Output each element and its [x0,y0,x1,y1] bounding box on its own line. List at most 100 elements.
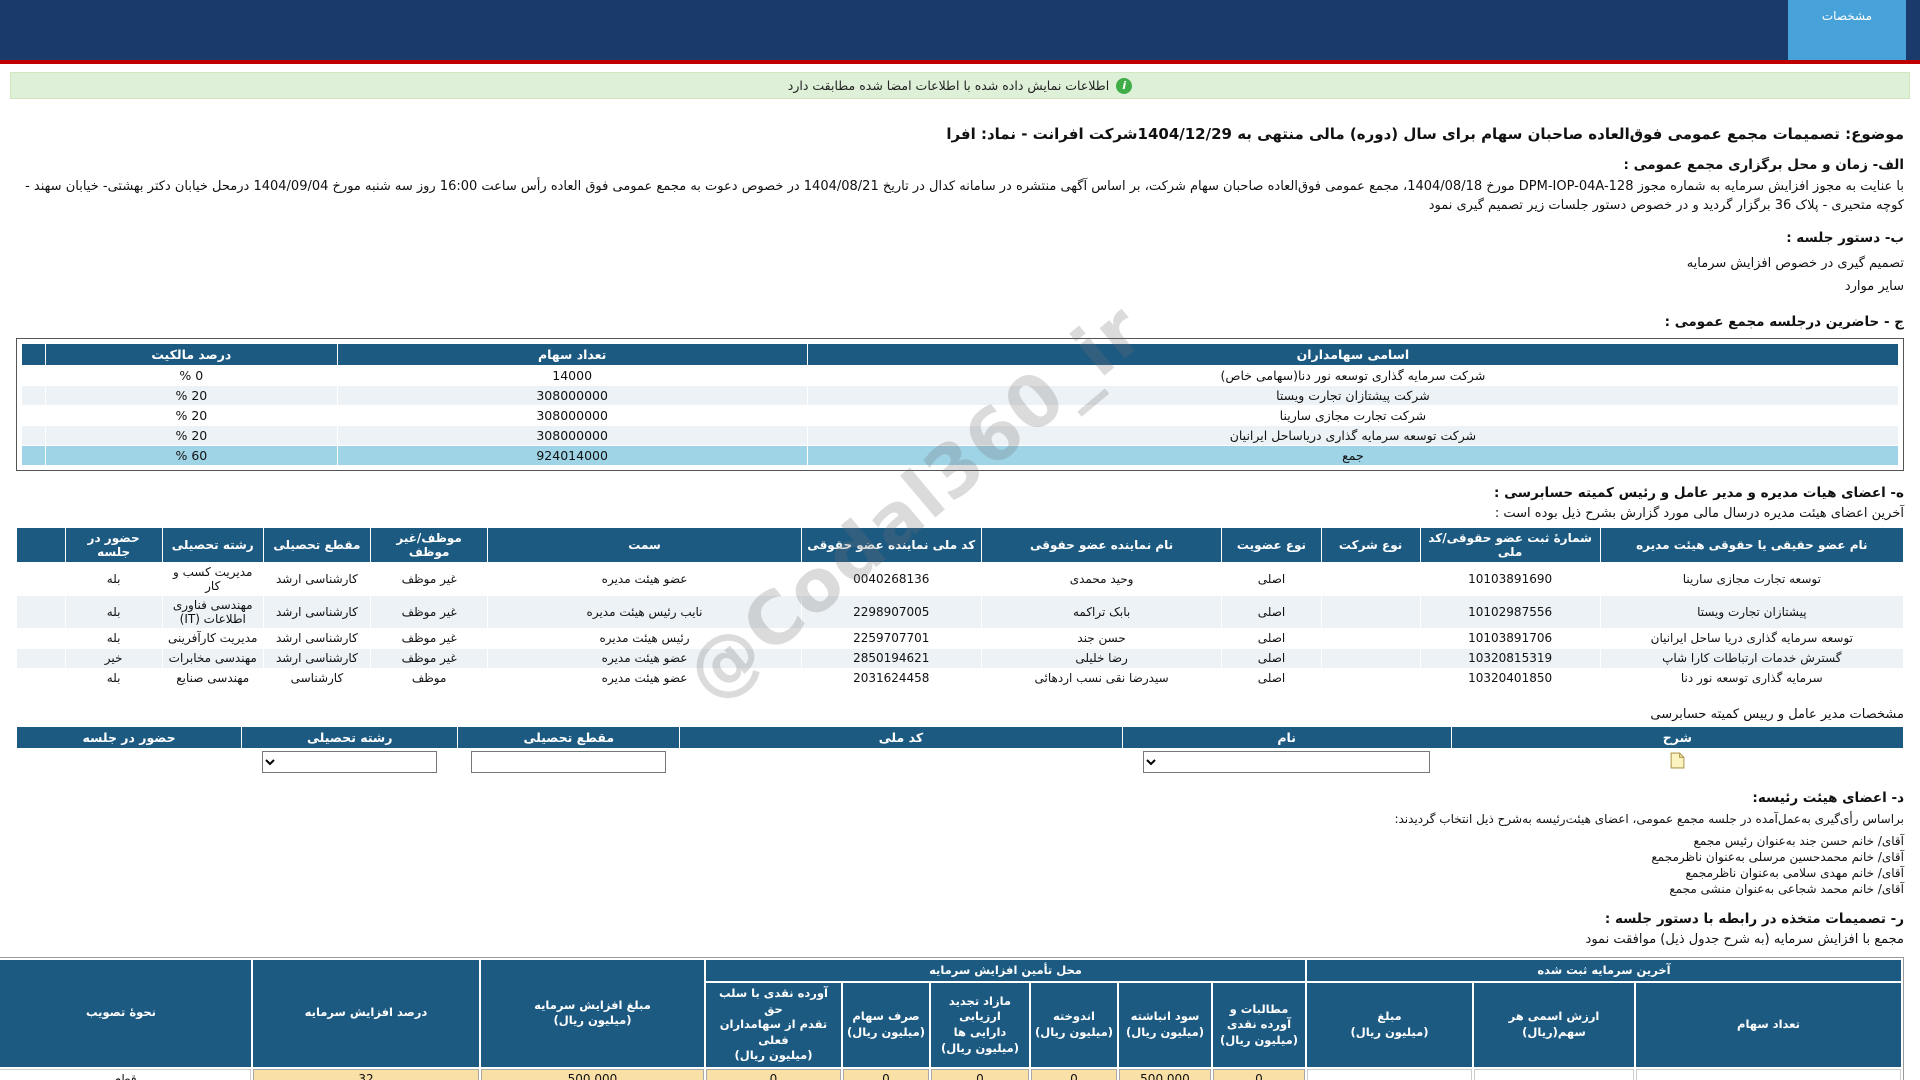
cell-shareholder-name: شرکت پیشتازان تجارت ویستا [807,385,1898,405]
shareholders-table: اسامی سهامداران تعداد سهام درصد مالکیت ش… [21,343,1899,466]
column-header: شرح [1451,726,1903,748]
expander-column-header [17,527,66,562]
group-header-registered-capital: آخرین سرمایه ثبت شده [1307,960,1901,982]
cell-increase-amount: 500,000 [481,1069,704,1080]
ceo-name-select[interactable] [1143,751,1430,773]
cell-membership-type: اصلی [1222,562,1321,595]
cell-degree: کارشناسی ارشد [263,648,370,668]
cell-membership-type: اصلی [1222,668,1321,688]
cell-expander [17,628,66,648]
cell-position: عضو هیئت مدیره [488,562,801,595]
table-row: توسعه تجارت مجازی سارینا 10103891690 اصل… [17,562,1904,595]
column-header: نام نماینده عضو حقوقی [981,527,1222,562]
cell-rep-national-id: 2259707701 [801,628,981,648]
cell-field: مدیریت کارآفرینی [162,628,263,648]
cell-reg-number: 10320815319 [1420,648,1600,668]
cell-representative: سیدرضا نقی نسب اردهائی [981,668,1222,688]
chair-member-line: آقای/ خانم حسن جند به‌عنوان رئیس مجمع [16,833,1904,849]
cell-national-id [680,748,1122,775]
table-row: گسترش خدمات ارتباطات کارا شاپ 1032081531… [17,648,1904,668]
cell-duty: غیر موظف [370,595,487,628]
cell-company-type [1321,648,1420,668]
cell-representative: بابک تراکمه [981,595,1222,628]
cell-representative: رضا خلیلی [981,648,1222,668]
cell-representative: وحید محمدی [981,562,1222,595]
cell-presence: خیر [65,648,162,668]
table-header-row: شرح نام کد ملی مقطع تحصیلی رشته تحصیلی ح… [17,726,1904,748]
column-header: سمت [488,527,801,562]
section-r-title: ر- تصمیمات متخذه در رابطه با دستور جلسه … [16,911,1904,927]
cell-presence: بله [65,595,162,628]
section-c-title: ج - حاضرین درجلسه مجمع عمومی : [16,314,1904,330]
table-row: سرمایه گذاری توسعه نور دنا 10320401850 ا… [17,668,1904,688]
cell-expander [17,595,66,628]
ceo-input-row [17,748,1904,775]
cell-presence: بله [65,628,162,648]
cell-rep-national-id: 2850194621 [801,648,981,668]
page: { "header": { "tab_label": "مشخصات" }, "… [0,0,1920,1080]
column-header: نام عضو حقیقی یا حقوقی هیئت مدیره [1600,527,1903,562]
chair-member-line: آقای/ خانم محمدحسین مرسلی به‌عنوان ناظرم… [16,849,1904,865]
table-row: شرکت توسعه سرمایه گذاری دریاساحل ایرانیا… [22,425,1899,445]
cell-member: گسترش خدمات ارتباطات کارا شاپ [1600,648,1903,668]
column-header: تعداد سهام [1636,983,1901,1067]
cell-shares: 1,540,000,000 [1636,1069,1901,1080]
cell-duty: غیر موظف [370,648,487,668]
cell-expander [22,405,46,425]
ceo-degree-input[interactable] [471,751,666,773]
cell-position: نایب رئیس هیئت مدیره [488,595,801,628]
cell-presence: بله [65,562,162,595]
cell-shares: 14000 [337,365,807,385]
section-e-subtitle: آخرین اعضای هیئت مدیره درسال مالی مورد گ… [16,506,1904,521]
cell-shares: 308000000 [337,405,807,425]
cell-shareholder-name: شرکت سرمایه گذاری توسعه نور دنا(سهامی خا… [807,365,1898,385]
attachment-icon[interactable] [1670,752,1685,769]
chair-member-line: آقای/ خانم مهدی سلامی به‌عنوان ناظرمجمع [16,865,1904,881]
cell-rep-national-id: 2298907005 [801,595,981,628]
column-header: مقطع تحصیلی [458,726,680,748]
cell-degree: کارشناسی ارشد [263,628,370,648]
cell-expander [22,445,46,465]
cell-representative: حسن جند [981,628,1222,648]
cell-position: عضو هیئت مدیره [488,668,801,688]
cell-membership-type: اصلی [1222,648,1321,668]
cell-shares: 924014000 [337,445,807,465]
cell-field [242,748,458,775]
table-header-row: نام عضو حقیقی یا حقوقی هیئت مدیره شمارۀ … [17,527,1904,562]
cell-company-type [1321,562,1420,595]
cell-expander [22,365,46,385]
column-header: شمارۀ ثبت عضو حقوقی/کد ملی [1420,527,1600,562]
agenda-item: سایر موارد [16,279,1904,294]
cell-revaluation: 0 [931,1069,1029,1080]
column-header: موظف/غیر موظف [370,527,487,562]
cell-membership-type: اصلی [1222,628,1321,648]
cell-shares: 308000000 [337,425,807,445]
cell-shareholder-name: شرکت توسعه سرمایه گذاری دریاساحل ایرانیا… [807,425,1898,445]
cell-rep-national-id: 2031624458 [801,668,981,688]
column-header: کد ملی [680,726,1122,748]
column-header: مبلغ (میلیون ریال) [1307,983,1472,1067]
cell-expander [17,648,66,668]
cell-duty: غیر موظف [370,562,487,595]
section-d-title: د- اعضای هیئت رئیسه: [16,790,1904,806]
column-header: مطالبات و آورده نقدی (میلیون ریال) [1213,983,1305,1067]
total-row: جمع 924014000 60 % [22,445,1899,465]
cell-expander [22,385,46,405]
ceo-field-select[interactable] [262,751,437,773]
cell-duty: غیر موظف [370,628,487,648]
top-navbar: مشخصات [0,0,1920,60]
cell-percent: 60 % [46,445,337,465]
cell-position: عضو هیئت مدیره [488,648,801,668]
tab-specifications[interactable]: مشخصات [1788,0,1906,60]
cell-company-type [1321,668,1420,688]
cell-presence [17,748,242,775]
document-body: موضوع: تصمیمات مجمع عمومی فوق‌العاده صاح… [0,125,1920,1080]
table-row: شرکت تجارت مجازی سارینا 308000000 20 % [22,405,1899,425]
column-header: اندوخته (میلیون ریال) [1031,983,1117,1067]
column-header: مقطع تحصیلی [263,527,370,562]
expander-column-header [22,343,46,365]
table-row: 1,540,000,000 1,000 1,540,000 0 500,000 … [0,1069,1901,1080]
page-title: موضوع: تصمیمات مجمع عمومی فوق‌العاده صاح… [16,125,1904,143]
cell-retained: 500,000 [1119,1069,1211,1080]
cell-degree: کارشناسی ارشد [263,562,370,595]
